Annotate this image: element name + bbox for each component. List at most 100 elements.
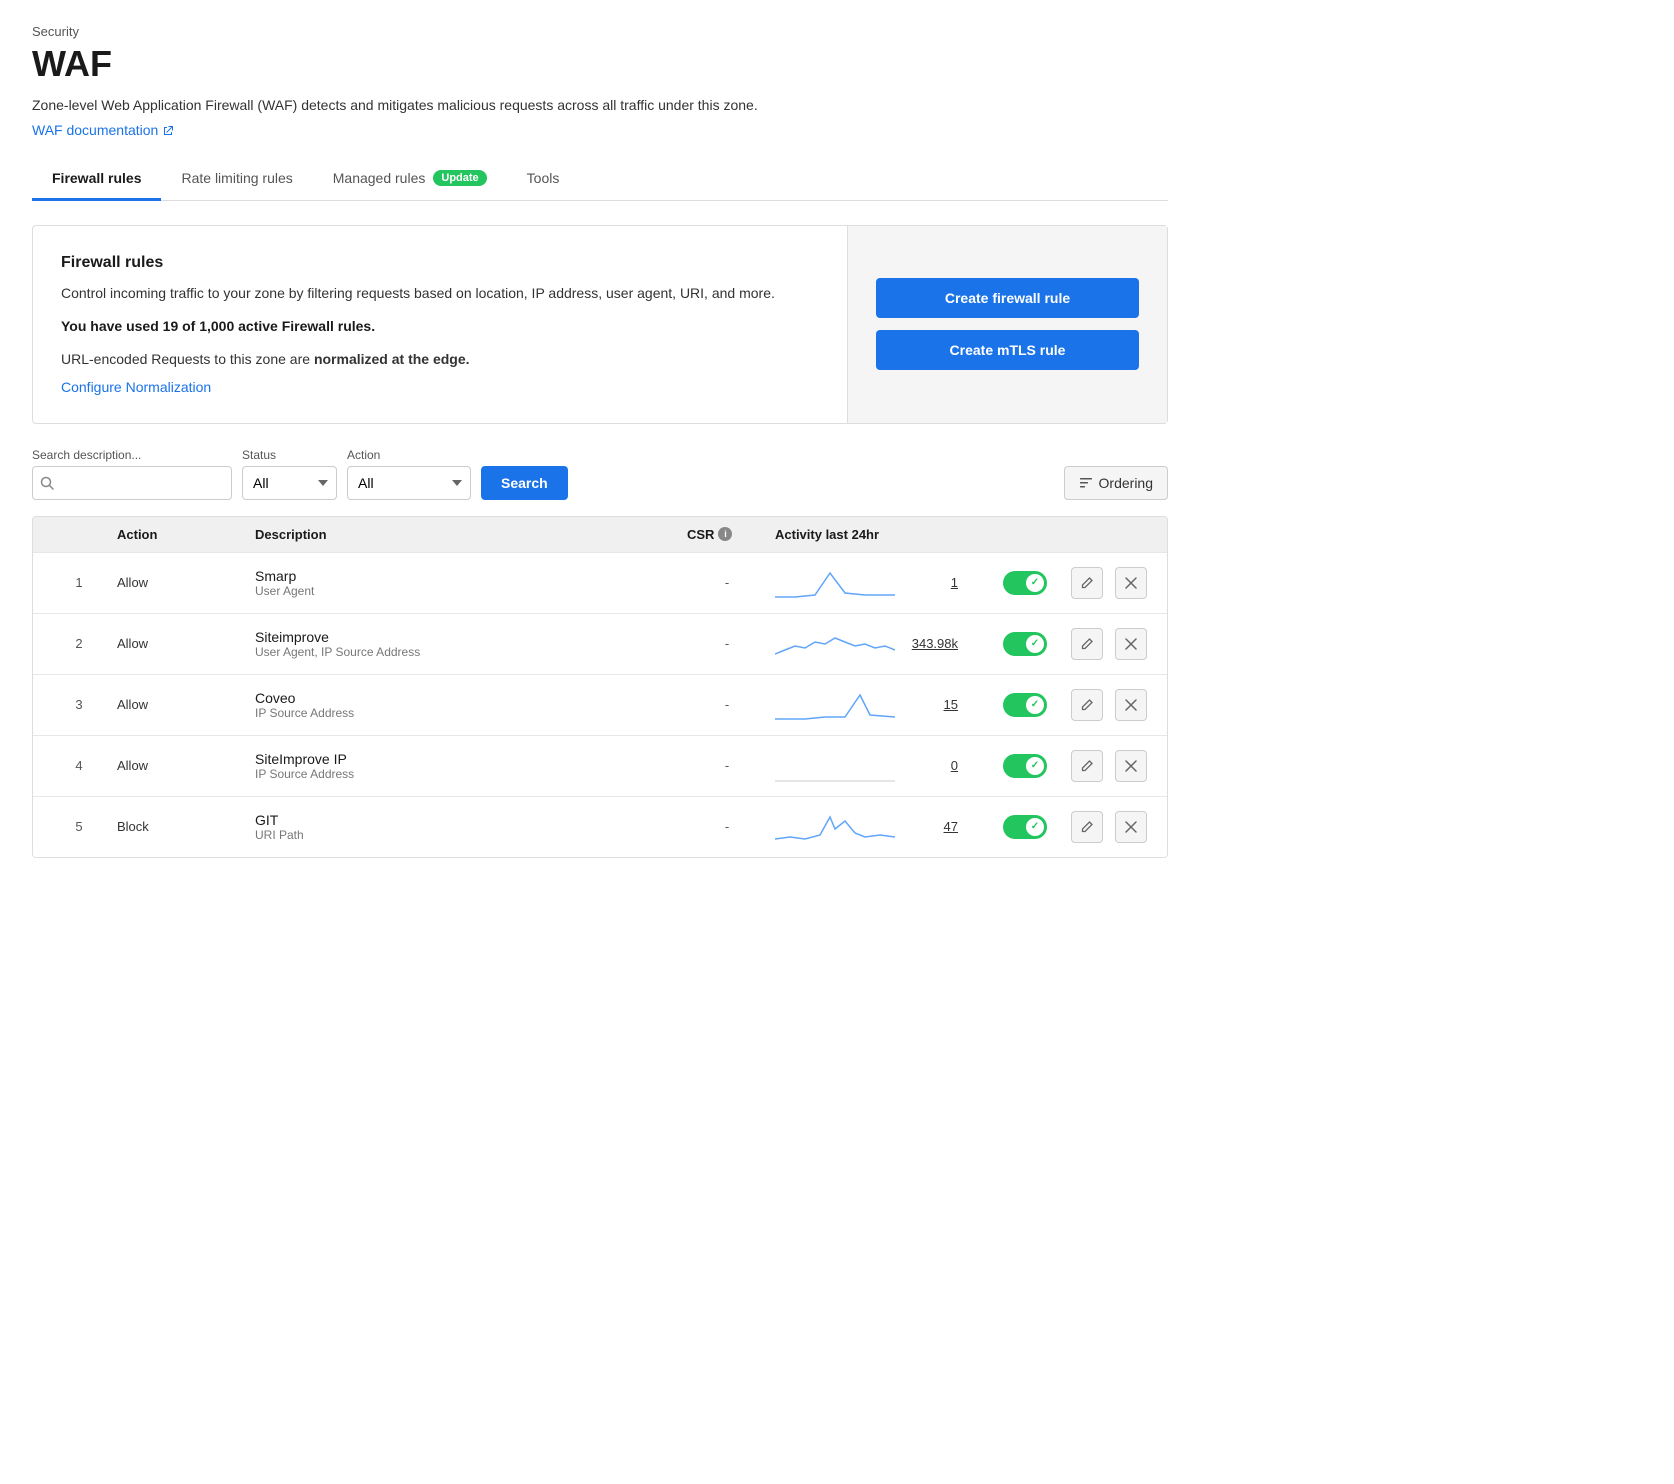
firewall-rules-table: Action Description CSR i Activity last 2…: [32, 516, 1168, 858]
info-norm: URL-encoded Requests to this zone are no…: [61, 348, 819, 370]
row-number: 5: [49, 819, 109, 834]
row-csr: -: [687, 697, 767, 712]
enabled-toggle[interactable]: ✓: [1003, 632, 1047, 656]
col-action: Action: [117, 527, 247, 542]
create-firewall-rule-button[interactable]: Create firewall rule: [876, 278, 1139, 318]
update-badge: Update: [433, 170, 486, 186]
row-action: Allow: [117, 575, 247, 590]
delete-button[interactable]: [1115, 811, 1147, 843]
edit-button[interactable]: [1071, 567, 1103, 599]
table-header: Action Description CSR i Activity last 2…: [33, 517, 1167, 552]
row-csr: -: [687, 636, 767, 651]
activity-count: 47: [903, 819, 958, 834]
close-icon: [1125, 577, 1137, 589]
row-description: Coveo IP Source Address: [255, 690, 679, 720]
row-csr: -: [687, 758, 767, 773]
row-activity: 15: [775, 687, 995, 723]
row-number: 4: [49, 758, 109, 773]
waf-doc-link[interactable]: WAF documentation: [32, 122, 174, 138]
edit-icon: [1080, 820, 1094, 834]
row-activity: 343.98k: [775, 626, 995, 662]
row-description: Smarp User Agent: [255, 568, 679, 598]
table-row: 4 Allow SiteImprove IP IP Source Address…: [33, 735, 1167, 796]
delete-button[interactable]: [1115, 628, 1147, 660]
info-usage: You have used 19 of 1,000 active Firewal…: [61, 318, 819, 334]
close-icon: [1125, 699, 1137, 711]
row-activity: 47: [775, 809, 995, 845]
info-desc: Control incoming traffic to your zone by…: [61, 282, 819, 304]
activity-count: 1: [903, 575, 958, 590]
enabled-toggle[interactable]: ✓: [1003, 693, 1047, 717]
row-number: 1: [49, 575, 109, 590]
edit-icon: [1080, 698, 1094, 712]
row-activity: 0: [775, 748, 995, 784]
col-activity: Activity last 24hr: [775, 527, 995, 542]
search-input[interactable]: [32, 466, 232, 500]
row-number: 2: [49, 636, 109, 651]
table-row: 2 Allow Siteimprove User Agent, IP Sourc…: [33, 613, 1167, 674]
page-title: WAF: [32, 43, 1168, 85]
activity-count: 343.98k: [903, 636, 958, 651]
close-icon: [1125, 821, 1137, 833]
edit-icon: [1080, 637, 1094, 651]
edit-button[interactable]: [1071, 689, 1103, 721]
tab-managed-rules[interactable]: Managed rules Update: [313, 158, 507, 201]
table-row: 3 Allow Coveo IP Source Address - 15 ✓: [33, 674, 1167, 735]
row-description: GIT URI Path: [255, 812, 679, 842]
edit-button[interactable]: [1071, 628, 1103, 660]
row-action: Allow: [117, 697, 247, 712]
status-label: Status: [242, 448, 337, 462]
page-description: Zone-level Web Application Firewall (WAF…: [32, 95, 1168, 116]
edit-icon: [1080, 759, 1094, 773]
tab-rate-limiting[interactable]: Rate limiting rules: [161, 158, 312, 201]
delete-button[interactable]: [1115, 750, 1147, 782]
sparkline-chart: [775, 687, 895, 723]
tab-firewall-rules[interactable]: Firewall rules: [32, 158, 161, 201]
create-mtls-rule-button[interactable]: Create mTLS rule: [876, 330, 1139, 370]
row-activity: 1: [775, 565, 995, 601]
sparkline-chart: [775, 748, 895, 784]
configure-normalization-link[interactable]: Configure Normalization: [61, 379, 211, 395]
sparkline-chart: [775, 565, 895, 601]
status-select[interactable]: All Enabled Disabled: [242, 466, 337, 500]
info-box: Firewall rules Control incoming traffic …: [32, 225, 1168, 424]
info-title: Firewall rules: [61, 254, 819, 272]
tab-bar: Firewall rules Rate limiting rules Manag…: [32, 158, 1168, 201]
table-row: 5 Block GIT URI Path - 47 ✓: [33, 796, 1167, 857]
search-bar: Search description... Status All Enabled…: [32, 448, 1168, 500]
search-description-label: Search description...: [32, 448, 232, 462]
close-icon: [1125, 760, 1137, 772]
edit-icon: [1080, 576, 1094, 590]
enabled-toggle[interactable]: ✓: [1003, 815, 1047, 839]
close-icon: [1125, 638, 1137, 650]
row-action: Block: [117, 819, 247, 834]
edit-button[interactable]: [1071, 811, 1103, 843]
row-action: Allow: [117, 636, 247, 651]
action-select[interactable]: All Allow Block Challenge JS Challenge: [347, 466, 471, 500]
sparkline-chart: [775, 626, 895, 662]
delete-button[interactable]: [1115, 689, 1147, 721]
col-description: Description: [255, 527, 679, 542]
enabled-toggle[interactable]: ✓: [1003, 571, 1047, 595]
row-csr: -: [687, 819, 767, 834]
delete-button[interactable]: [1115, 567, 1147, 599]
activity-count: 0: [903, 758, 958, 773]
csr-info-icon[interactable]: i: [718, 527, 732, 541]
row-number: 3: [49, 697, 109, 712]
row-description: SiteImprove IP IP Source Address: [255, 751, 679, 781]
edit-button[interactable]: [1071, 750, 1103, 782]
search-button[interactable]: Search: [481, 466, 568, 500]
enabled-toggle[interactable]: ✓: [1003, 754, 1047, 778]
col-csr: CSR i: [687, 527, 767, 542]
ordering-button[interactable]: Ordering: [1064, 466, 1168, 500]
row-description: Siteimprove User Agent, IP Source Addres…: [255, 629, 679, 659]
row-csr: -: [687, 575, 767, 590]
tab-tools[interactable]: Tools: [507, 158, 580, 201]
breadcrumb: Security: [32, 24, 1168, 39]
sparkline-chart: [775, 809, 895, 845]
action-label: Action: [347, 448, 471, 462]
row-action: Allow: [117, 758, 247, 773]
activity-count: 15: [903, 697, 958, 712]
table-row: 1 Allow Smarp User Agent - 1 ✓: [33, 552, 1167, 613]
search-icon: [40, 476, 54, 490]
